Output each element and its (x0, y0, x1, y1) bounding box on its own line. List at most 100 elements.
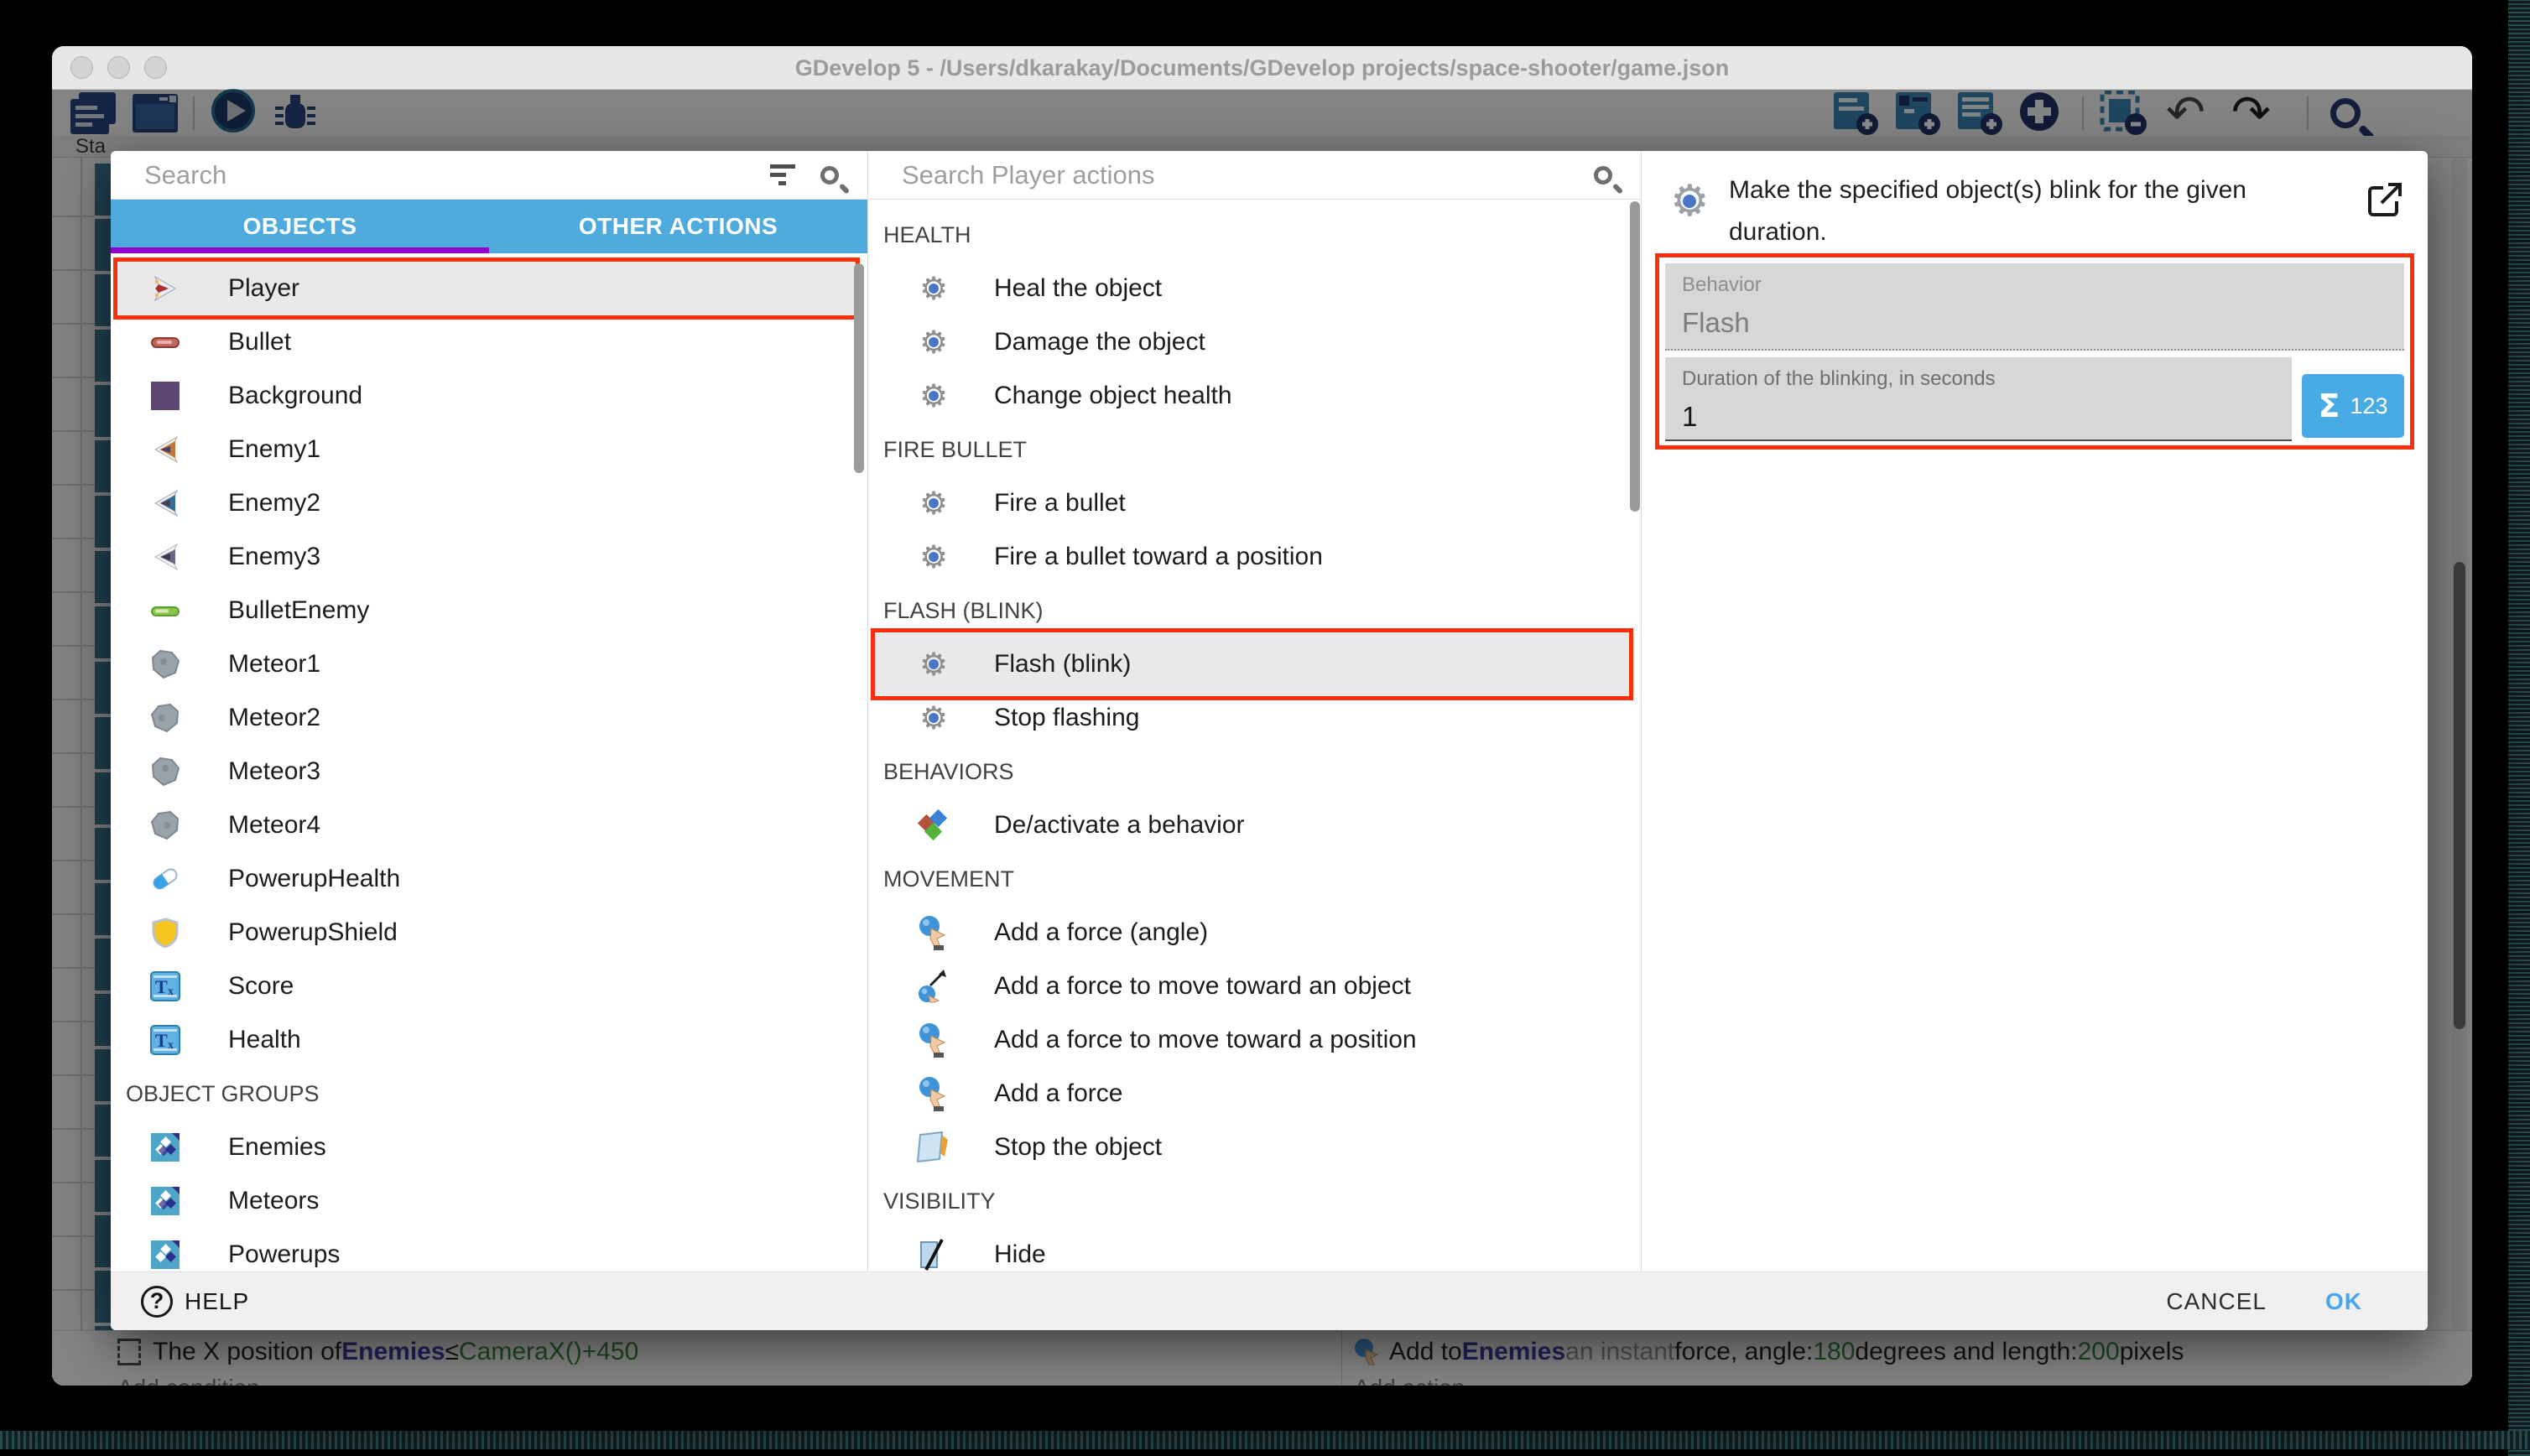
object-name: Meteor2 (228, 704, 320, 732)
action-item-fire-bullet[interactable]: ⚙ Fire a bullet (868, 476, 1641, 530)
list-item-enemy1[interactable]: Enemy1 (111, 423, 867, 476)
list-item-poweruphealth[interactable]: PowerupHealth (111, 852, 867, 906)
section-header: VISIBILITY (868, 1174, 1641, 1228)
force-hand-icon (917, 916, 950, 949)
list-item-health[interactable]: Tx Health (111, 1013, 867, 1067)
action-label: De/activate a behavior (994, 811, 1245, 840)
objects-list: Player Bullet Background (111, 253, 867, 1271)
behavior-colored-icon (917, 809, 950, 842)
list-item-group-meteors[interactable]: Meteors (111, 1174, 867, 1228)
list-item-meteor3[interactable]: Meteor3 (111, 745, 867, 798)
action-item-stop-flashing[interactable]: ⚙ Stop flashing (868, 691, 1641, 745)
selection-highlight (113, 257, 860, 320)
action-item-add-force-angle[interactable]: Add a force (angle) (868, 906, 1641, 959)
object-name: Meteor1 (228, 650, 320, 679)
actions-scrollbar-thumb[interactable] (1630, 201, 1640, 512)
open-in-new-icon[interactable] (2365, 181, 2403, 220)
action-item-flash-blink[interactable]: ⚙ Flash (blink) (868, 637, 1641, 691)
list-item-background[interactable]: Background (111, 369, 867, 423)
behavior-field[interactable]: Behavior Flash (1665, 263, 2404, 351)
action-item-change-health[interactable]: ⚙ Change object health (868, 369, 1641, 423)
list-item-bullet[interactable]: Bullet (111, 315, 867, 369)
sigma-icon: Σ (2318, 387, 2340, 424)
actions-panel: HEALTH ⚙ Heal the object ⚙ Damage the ob… (868, 151, 1642, 1271)
parameters-panel: ⚙ Make the specified object(s) blink for… (1642, 151, 2428, 1271)
behavior-field-value: Flash (1682, 307, 1750, 339)
action-item-deactivate-behavior[interactable]: De/activate a behavior (868, 798, 1641, 852)
svg-text:x: x (168, 985, 174, 998)
section-header: FIRE BULLET (868, 423, 1641, 476)
behavior-gear-icon: ⚙ (917, 486, 950, 520)
desktop-wallpaper (2508, 0, 2530, 1456)
search-icon[interactable] (1594, 166, 1612, 185)
tab-objects[interactable]: OBJECTS (111, 200, 489, 253)
object-name: Bullet (228, 328, 291, 356)
duration-field[interactable]: Duration of the blinking, in seconds 1 (1665, 357, 2292, 441)
action-item-heal[interactable]: ⚙ Heal the object (868, 262, 1641, 315)
ok-button[interactable]: OK (2325, 1288, 2362, 1315)
object-name: Background (228, 382, 362, 410)
action-item-force-toward-position[interactable]: Add a force to move toward a position (868, 1013, 1641, 1067)
action-label: Heal the object (994, 274, 1162, 303)
meteor-rock-icon (149, 809, 181, 841)
list-item-group-enemies[interactable]: Enemies (111, 1121, 867, 1174)
list-item-score[interactable]: Tx Score (111, 959, 867, 1013)
group-name: Powerups (228, 1240, 340, 1269)
purple-square-icon (149, 380, 181, 412)
list-item-bulletenemy[interactable]: BulletEnemy (111, 584, 867, 637)
objects-scrollbar-thumb[interactable] (854, 263, 864, 473)
help-label: HELP (185, 1288, 249, 1315)
cancel-button[interactable]: CANCEL (2166, 1288, 2267, 1315)
actions-list: HEALTH ⚙ Heal the object ⚙ Damage the ob… (868, 200, 1641, 1271)
meteor-rock-icon (149, 648, 181, 680)
object-name: Score (228, 972, 294, 1001)
action-label: Add a force to move toward a position (994, 1026, 1417, 1054)
active-tab-indicator (111, 247, 489, 253)
list-item-meteor1[interactable]: Meteor1 (111, 637, 867, 691)
actions-search-input[interactable] (900, 159, 1594, 191)
list-item-powerupshield[interactable]: PowerupShield (111, 906, 867, 959)
action-label: Fire a bullet (994, 489, 1126, 517)
action-description: Make the specified object(s) blink for t… (1729, 169, 2316, 253)
tab-label: OTHER ACTIONS (579, 213, 778, 240)
object-name: Health (228, 1026, 301, 1054)
behavior-gear-icon: ⚙ (1670, 179, 1710, 223)
object-group-icon (149, 1131, 181, 1163)
tab-other-actions[interactable]: OTHER ACTIONS (489, 200, 867, 253)
window-title: GDevelop 5 - /Users/dkarakay/Documents/G… (52, 46, 2472, 90)
selection-highlight (871, 628, 1633, 700)
search-icon[interactable] (820, 166, 839, 185)
object-group-icon (149, 1239, 181, 1271)
expression-editor-button[interactable]: Σ 123 (2302, 374, 2404, 438)
action-label: Damage the object (994, 328, 1205, 356)
action-item-add-force[interactable]: Add a force (868, 1067, 1641, 1121)
list-item-player[interactable]: Player (111, 262, 867, 315)
help-button[interactable]: ? HELP (141, 1286, 249, 1318)
behavior-field-label: Behavior (1682, 273, 1762, 297)
filter-icon[interactable] (770, 164, 799, 186)
list-item-meteor2[interactable]: Meteor2 (111, 691, 867, 745)
action-item-force-toward-object[interactable]: Add a force to move toward an object (868, 959, 1641, 1013)
action-item-fire-bullet-position[interactable]: ⚙ Fire a bullet toward a position (868, 530, 1641, 584)
list-item-meteor4[interactable]: Meteor4 (111, 798, 867, 852)
action-item-damage[interactable]: ⚙ Damage the object (868, 315, 1641, 369)
blue-ship-icon (149, 487, 181, 519)
parameters-highlight-group: Behavior Flash Duration of the blinking,… (1655, 253, 2414, 450)
instruction-editor-dialog: OBJECTS OTHER ACTIONS Player (111, 151, 2428, 1330)
list-item-group-powerups[interactable]: Powerups (111, 1228, 867, 1271)
object-name: Meteor4 (228, 811, 320, 840)
action-item-hide[interactable]: Hide (868, 1228, 1641, 1271)
action-label: Stop flashing (994, 704, 1139, 732)
action-item-stop-object[interactable]: Stop the object (868, 1121, 1641, 1174)
behavior-gear-icon: ⚙ (917, 540, 950, 574)
force-hand-icon (917, 1023, 950, 1057)
object-name: Meteor3 (228, 757, 320, 786)
screenshot-root: GDevelop 5 - /Users/dkarakay/Documents/G… (0, 0, 2530, 1456)
objects-search-input[interactable] (143, 159, 770, 191)
list-item-enemy3[interactable]: Enemy3 (111, 530, 867, 584)
text-object-icon: Tx (149, 970, 181, 1002)
force-hand-icon (917, 1077, 950, 1110)
shield-icon (149, 917, 181, 949)
list-item-enemy2[interactable]: Enemy2 (111, 476, 867, 530)
green-capsule-icon (149, 595, 181, 627)
